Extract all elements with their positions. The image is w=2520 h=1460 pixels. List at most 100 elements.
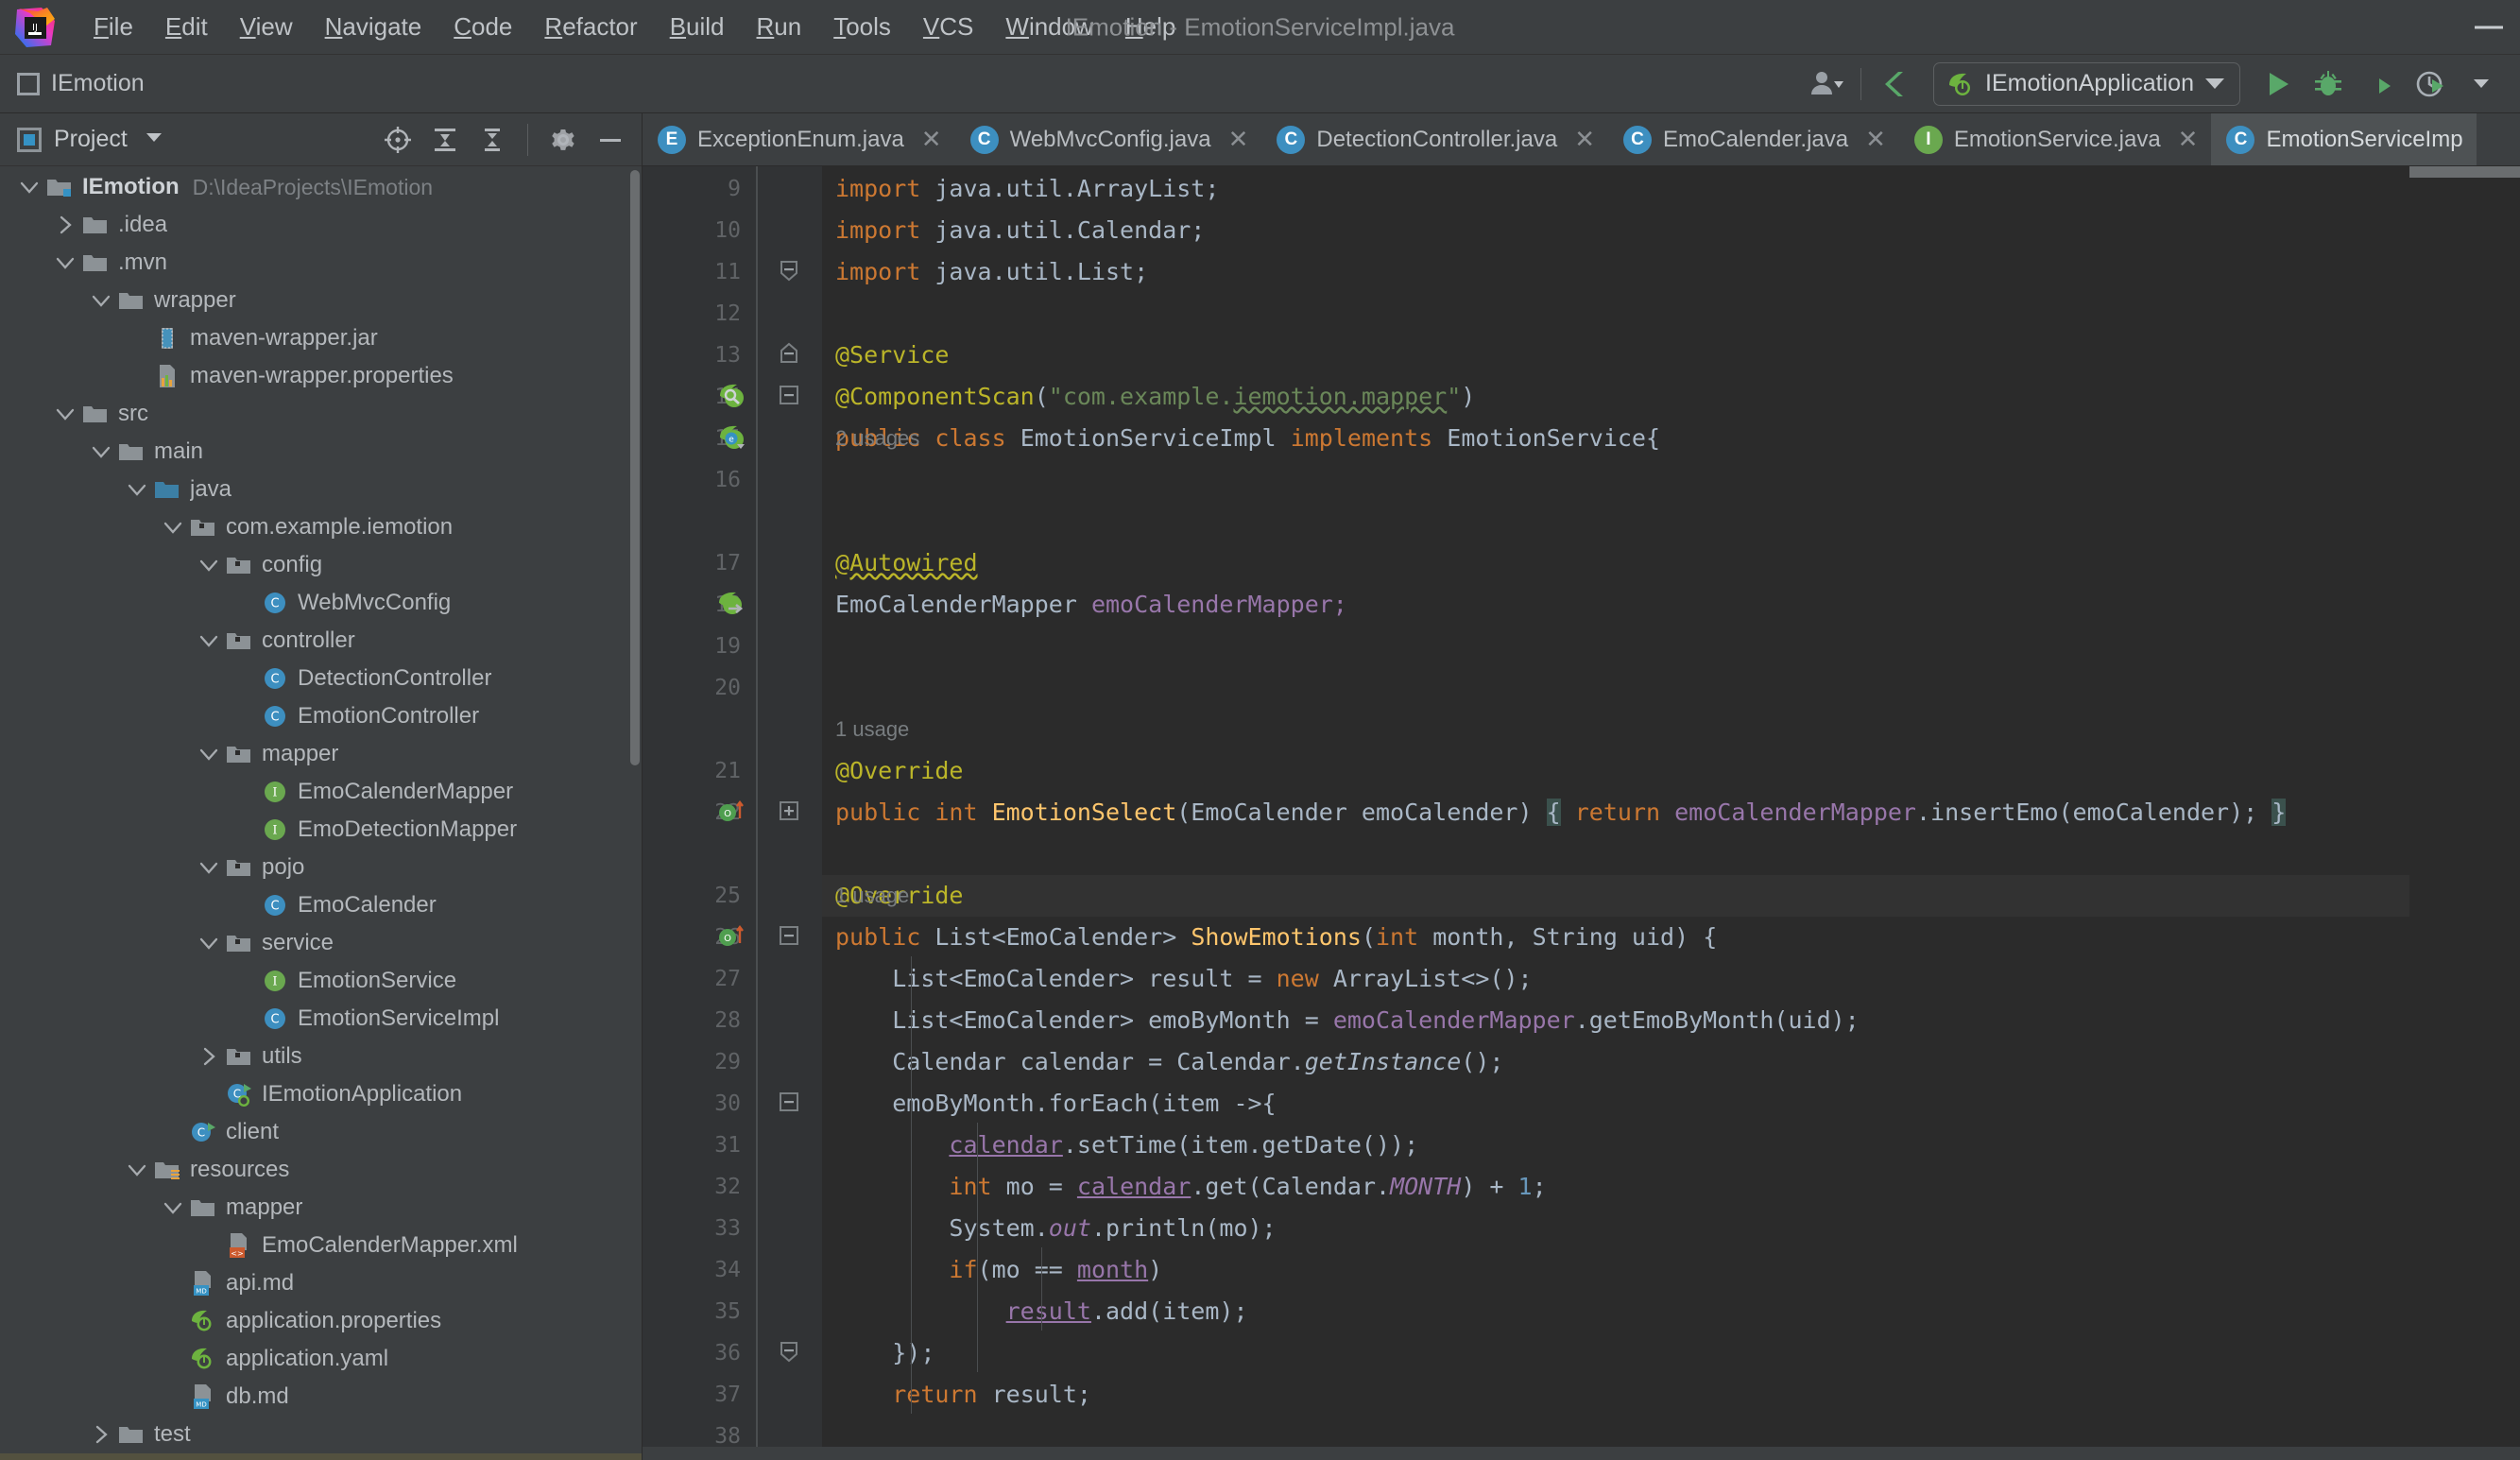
tree-row-test[interactable]: test — [0, 1416, 642, 1453]
tree-row-iemotionapplication[interactable]: C IEmotionApplication — [0, 1075, 642, 1113]
tree-row-controller[interactable]: controller — [0, 622, 642, 660]
fold-collapse-icon[interactable] — [777, 923, 801, 948]
tree-row-api.md[interactable]: MD api.md — [0, 1264, 642, 1302]
tree-row-pojo[interactable]: pojo — [0, 849, 642, 886]
menu-help[interactable]: Help — [1109, 9, 1191, 45]
code-line[interactable]: List<EmoCalender> emoByMonth = emoCalend… — [822, 1000, 2409, 1041]
tree-row-emocalendermapper.xml[interactable]: <> EmoCalenderMapper.xml — [0, 1227, 642, 1264]
code-line[interactable]: @Override — [822, 875, 2409, 917]
project-tree[interactable]: IEmotion D:\IdeaProjects\IEmotion .idea .mv… — [0, 166, 642, 1460]
locate-icon[interactable] — [376, 118, 420, 162]
code-line[interactable]: public int EmotionSelect(EmoCalender emo… — [822, 792, 2409, 833]
chevron-down-icon[interactable] — [53, 404, 77, 424]
fold-collapse-icon[interactable] — [777, 1090, 801, 1114]
tree-row-iemotion[interactable]: IEmotion D:\IdeaProjects\IEmotion — [0, 168, 642, 206]
usage-hint[interactable]: 2 usages — [822, 418, 919, 459]
tree-row-maven-wrapper.jar[interactable]: maven-wrapper.jar — [0, 319, 642, 357]
editor-tab-emotionserviceimp[interactable]: C EmotionServiceImp — [2211, 113, 2477, 165]
menu-edit[interactable]: Edit — [149, 9, 224, 45]
scrollbar-thumb[interactable] — [2409, 166, 2520, 178]
code-line[interactable]: @Autowired — [822, 542, 2409, 584]
tree-row-src[interactable]: src — [0, 395, 642, 433]
close-icon[interactable]: ✕ — [921, 125, 942, 154]
code-line[interactable]: public List<EmoCalender> ShowEmotions(in… — [822, 917, 2409, 958]
close-icon[interactable]: ✕ — [1865, 125, 1886, 154]
tree-row-mapper[interactable]: mapper — [0, 1189, 642, 1227]
tree-row-mapper[interactable]: mapper — [0, 735, 642, 773]
tree-row-main[interactable]: main — [0, 433, 642, 471]
tree-row-emotioncontroller[interactable]: C EmotionController — [0, 697, 642, 735]
chevron-down-icon[interactable] — [125, 479, 149, 500]
chevron-down-icon[interactable] — [197, 744, 221, 764]
code-line[interactable] — [822, 833, 2409, 875]
collapse-all-icon[interactable] — [471, 118, 514, 162]
code-area[interactable]: 9101112131415161718192021222526272829303… — [643, 166, 2520, 1449]
code-line[interactable]: public class EmotionServiceImpl implemen… — [822, 418, 2409, 459]
code-line[interactable]: }); — [822, 1332, 2409, 1374]
profiler-button[interactable] — [2405, 59, 2456, 110]
account-icon[interactable] — [1800, 59, 1851, 110]
expand-all-icon[interactable] — [423, 118, 467, 162]
menu-navigate[interactable]: Navigate — [309, 9, 438, 45]
spring-autowired-icon[interactable] — [716, 588, 748, 620]
tree-row-webmvcconfig[interactable]: C WebMvcConfig — [0, 584, 642, 622]
chevron-down-icon[interactable] — [17, 177, 42, 198]
code-line[interactable]: System.out.println(mo); — [822, 1208, 2409, 1249]
code-line[interactable]: @Service — [822, 335, 2409, 376]
spring-bean-search-icon[interactable] — [716, 380, 748, 412]
chevron-down-icon[interactable] — [197, 933, 221, 953]
usage-hint[interactable]: 1 usage — [822, 875, 909, 917]
debug-button[interactable] — [2303, 59, 2354, 110]
menu-run[interactable]: Run — [741, 9, 818, 45]
menu-refactor[interactable]: Refactor — [528, 9, 653, 45]
chevron-down-icon[interactable] — [197, 555, 221, 575]
chevron-right-icon[interactable] — [89, 1424, 113, 1445]
tree-row-emodetectionmapper[interactable]: I EmoDetectionMapper — [0, 811, 642, 849]
tree-row-emocalender[interactable]: C EmoCalender — [0, 886, 642, 924]
tree-row-.idea[interactable]: .idea — [0, 206, 642, 244]
code-line[interactable]: import java.util.Calendar; — [822, 210, 2409, 251]
code-line[interactable]: int mo = calendar.get(Calendar.MONTH) + … — [822, 1166, 2409, 1208]
fold-region-start-icon[interactable] — [777, 341, 801, 366]
code-line[interactable]: return result; — [822, 1374, 2409, 1416]
usage-hint[interactable]: 1 usage — [822, 709, 909, 750]
tree-row-maven-wrapper.properties[interactable]: maven-wrapper.properties — [0, 357, 642, 395]
chevron-down-icon[interactable] — [89, 290, 113, 311]
run-configuration-selector[interactable]: IEmotionApplication — [1933, 61, 2240, 106]
tree-row-db.md[interactable]: MD db.md — [0, 1378, 642, 1416]
menu-build[interactable]: Build — [654, 9, 741, 45]
settings-icon[interactable] — [541, 118, 585, 162]
tree-row-service[interactable]: service — [0, 924, 642, 962]
menu-window[interactable]: Window — [989, 9, 1108, 45]
chevron-down-icon[interactable] — [197, 630, 221, 651]
chevron-down-icon[interactable] — [197, 857, 221, 878]
close-icon[interactable]: ✕ — [1228, 125, 1249, 154]
tree-row-emotionserviceimpl[interactable]: C EmotionServiceImpl — [0, 1000, 642, 1038]
chevron-right-icon[interactable] — [197, 1046, 221, 1067]
tree-row-com.example.iemotion[interactable]: com.example.iemotion — [0, 508, 642, 546]
code-line[interactable] — [822, 293, 2409, 335]
editor-tab-detectioncontroller-java[interactable]: C DetectionController.java ✕ — [1261, 113, 1608, 165]
fold-region-end-icon[interactable] — [777, 1339, 801, 1364]
tree-row-java[interactable]: java — [0, 471, 642, 508]
menu-vcs[interactable]: VCS — [907, 9, 989, 45]
spring-bean-icon[interactable]: e — [716, 421, 748, 454]
code-line[interactable] — [822, 459, 2409, 501]
minimize-button[interactable] — [2475, 26, 2503, 28]
code-line[interactable]: calendar.setTime(item.getDate()); — [822, 1125, 2409, 1166]
code-text[interactable]: import java.util.ArrayList; import java.u… — [822, 166, 2409, 1447]
fold-column[interactable] — [756, 166, 822, 1447]
code-line[interactable]: EmoCalenderMapper emoCalenderMapper; — [822, 584, 2409, 626]
hide-panel-icon[interactable] — [589, 118, 632, 162]
chevron-down-icon[interactable] — [125, 1159, 149, 1180]
code-line[interactable]: if(mo == month) — [822, 1249, 2409, 1291]
run-button[interactable] — [2252, 59, 2303, 110]
chevron-down-icon[interactable] — [161, 1197, 185, 1218]
code-line[interactable]: @ComponentScan("com.example.iemotion.map… — [822, 376, 2409, 418]
tree-row-application.yaml[interactable]: application.yaml — [0, 1340, 642, 1378]
tree-row-.mvn[interactable]: .mvn — [0, 244, 642, 282]
updates-icon[interactable] — [1871, 59, 1922, 110]
fold-collapse-icon[interactable] — [777, 383, 801, 407]
code-line[interactable] — [822, 626, 2409, 667]
implementing-method-icon[interactable]: O — [716, 796, 748, 828]
